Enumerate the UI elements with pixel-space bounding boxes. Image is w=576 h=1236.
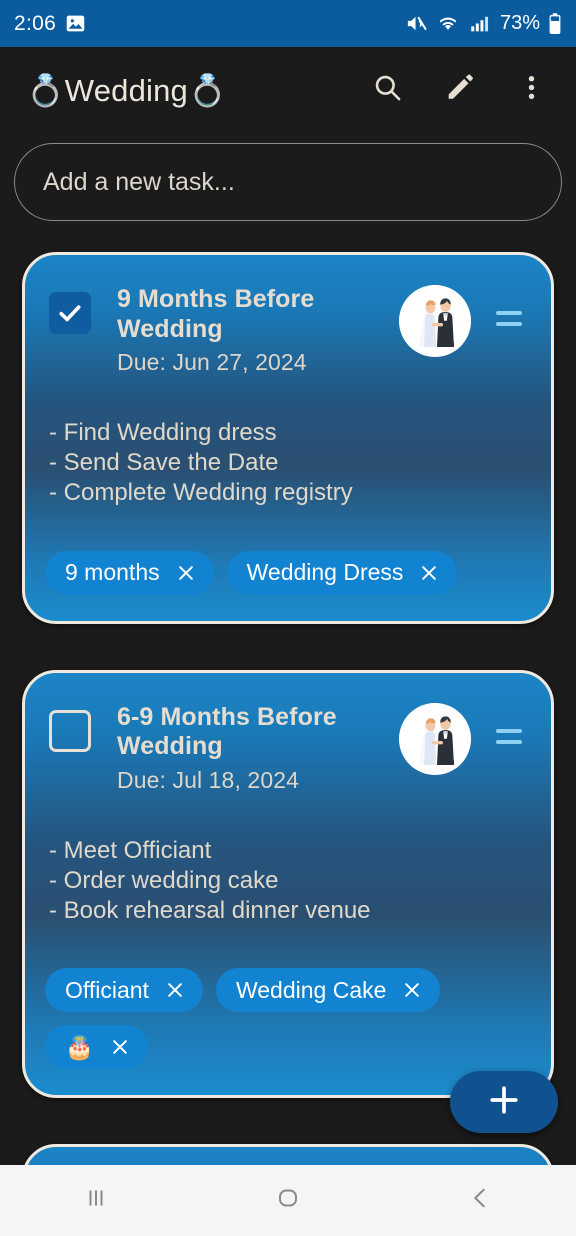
task-tag-chip[interactable]: Wedding Cake [215, 968, 441, 1013]
task-body-line: - Meet Officiant [49, 836, 212, 864]
tag-label: 9 months [65, 559, 160, 586]
task-body-line: - Find Wedding dress [49, 419, 277, 446]
task-checkbox-checked[interactable] [49, 292, 91, 334]
drag-handle-icon[interactable] [489, 728, 529, 744]
status-bar-right: 73% [405, 12, 562, 36]
add-task-input[interactable]: Add a new task... [14, 143, 562, 221]
back-icon [465, 1183, 495, 1218]
content-scroll-area[interactable]: Add a new task... 9 Months Before Weddin… [0, 133, 576, 1175]
task-body-line: - Send Save the Date [49, 449, 279, 477]
battery-percent-label: 73% [499, 12, 540, 34]
add-task-placeholder: Add a new task... [43, 167, 235, 196]
task-title: 9 Months Before Wedding [117, 285, 315, 343]
tag-label: Wedding Dress [246, 559, 404, 586]
tag-label: Officiant [65, 976, 149, 1003]
home-button[interactable] [228, 1165, 348, 1236]
task-due-date: Due: Jul 18, 2024 [117, 766, 299, 793]
wifi-icon [436, 12, 460, 35]
task-card[interactable]: 6-9 Months Before Wedding Due: Jul 18, 2… [22, 669, 554, 1099]
search-button[interactable] [370, 73, 404, 107]
task-due-date: Due: Jun 27, 2024 [117, 349, 307, 375]
task-tag-chip[interactable]: Wedding Dress [226, 550, 458, 595]
home-icon [273, 1183, 303, 1218]
task-body-line: - Complete Wedding registry [49, 479, 353, 507]
task-list: 9 Months Before Wedding Due: Jun 27, 202… [0, 221, 576, 1175]
task-header-text: 6-9 Months Before Wedding Due: Jul 18, 2… [117, 703, 391, 794]
back-button[interactable] [420, 1165, 540, 1236]
close-icon[interactable] [176, 563, 196, 583]
task-tag-chip[interactable]: 🎂 [45, 1025, 148, 1070]
battery-icon [548, 12, 562, 36]
task-tag-chip[interactable]: Officiant [45, 968, 203, 1013]
task-tag-chip[interactable]: 9 months [45, 550, 214, 595]
bride-groom-avatar [399, 702, 471, 775]
tag-label: 🎂 [65, 1033, 94, 1060]
status-bar: 2:06 73% [0, 0, 576, 47]
recents-button[interactable] [36, 1165, 156, 1236]
edit-button[interactable] [442, 73, 476, 107]
drag-handle-icon[interactable] [489, 311, 529, 326]
cellular-signal-icon [468, 12, 491, 35]
pencil-icon [444, 72, 475, 108]
add-task-fab[interactable] [450, 1071, 558, 1133]
task-body-line: - Book rehearsal dinner venue [49, 897, 371, 925]
tag-label: Wedding Cake [235, 976, 387, 1003]
system-nav-bar [0, 1165, 576, 1236]
search-icon [372, 72, 403, 108]
task-body: - Meet Officiant - Order wedding cake - … [25, 794, 551, 927]
task-tag-list: Officiant Wedding Cake 🎂 [25, 926, 551, 1095]
close-icon[interactable] [402, 980, 422, 1000]
status-bar-clock: 2:06 [14, 11, 57, 35]
app-bar-actions [370, 73, 554, 107]
task-header-text: 9 Months Before Wedding Due: Jun 27, 202… [117, 285, 391, 376]
task-body: - Find Wedding dress - Send Save the Dat… [25, 376, 551, 509]
task-card-header: 9 Months Before Wedding Due: Jun 27, 202… [25, 255, 551, 376]
bride-groom-avatar [399, 285, 471, 357]
check-icon [59, 305, 81, 322]
status-bar-left: 2:06 [14, 12, 86, 36]
task-card[interactable]: 9 Months Before Wedding Due: Jun 27, 202… [22, 252, 554, 624]
close-icon[interactable] [165, 980, 185, 1000]
image-icon [65, 13, 86, 34]
close-icon[interactable] [419, 563, 439, 583]
task-body-line: - Order wedding cake [49, 866, 279, 894]
recents-icon [81, 1183, 111, 1218]
plus-icon [486, 1082, 522, 1123]
task-checkbox-unchecked[interactable] [49, 709, 91, 752]
phone-screen: 2:06 73% 💍Wedding💍 Add a new task... 9 M… [0, 0, 576, 1236]
page-title: 💍Wedding💍 [26, 72, 227, 108]
task-title: 6-9 Months Before Wedding [117, 702, 337, 761]
close-icon[interactable] [110, 1037, 130, 1057]
more-vertical-icon [516, 72, 547, 108]
app-bar: 💍Wedding💍 [0, 47, 576, 133]
volume-mute-icon [405, 12, 428, 35]
task-card-header: 6-9 Months Before Wedding Due: Jul 18, 2… [25, 673, 551, 794]
add-task-wrapper: Add a new task... [0, 133, 576, 221]
task-tag-list: 9 months Wedding Dress [25, 509, 551, 621]
overflow-menu-button[interactable] [514, 73, 548, 107]
